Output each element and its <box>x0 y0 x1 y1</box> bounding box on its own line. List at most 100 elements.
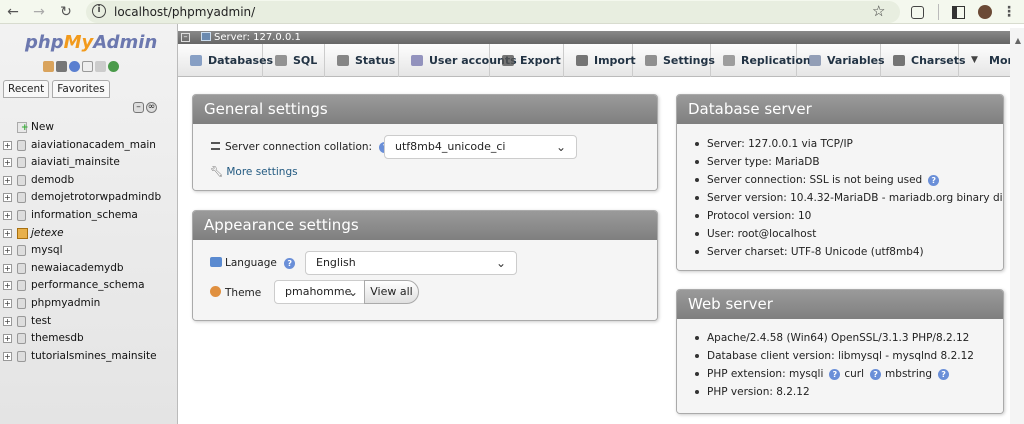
tree-item-label[interactable]: aiaviati_mainsite <box>31 156 120 168</box>
tree-item-label[interactable]: phpmyadmin <box>31 297 100 309</box>
chevron-down-icon: ⌄ <box>495 256 506 270</box>
site-info-icon[interactable]: i <box>92 4 106 18</box>
tree-database-item[interactable]: + demojetrotorwpadmindb <box>3 189 175 207</box>
tree-database-item[interactable]: + phpmyadmin <box>3 295 175 313</box>
home-icon[interactable] <box>43 61 54 72</box>
collation-icon <box>211 142 220 150</box>
reload-icon[interactable]: ↻ <box>57 3 75 21</box>
tree-database-item[interactable]: + test <box>3 313 175 331</box>
navigation-panel: phpMyAdmin Recent Favorites – ∞ New + aiav… <box>0 24 178 424</box>
tree-database-item[interactable]: + demodb <box>3 172 175 190</box>
forward-icon[interactable]: → <box>30 3 48 21</box>
info-item: Server type: MariaDB <box>693 153 1003 171</box>
language-select[interactable]: English ⌄ <box>305 251 517 275</box>
tree-database-item[interactable]: + newaiacademydb <box>3 260 175 278</box>
info-item: User: root@localhost <box>693 225 1003 243</box>
expand-icon[interactable]: + <box>3 193 12 203</box>
expand-icon[interactable]: + <box>3 351 12 361</box>
tree-item-label[interactable]: mysql <box>31 244 63 256</box>
view-all-button[interactable]: View all <box>364 280 419 304</box>
back-icon[interactable]: ← <box>4 3 22 21</box>
extensions-icon[interactable] <box>911 6 924 19</box>
expand-icon[interactable]: + <box>3 298 12 308</box>
collapse-all-icon[interactable]: – <box>133 102 144 113</box>
url-text[interactable]: localhost/phpmyadmin/ <box>114 5 255 19</box>
tree-database-item[interactable]: + jetexe <box>3 225 175 243</box>
expand-icon[interactable]: + <box>3 246 12 256</box>
tab-import[interactable]: Import <box>564 44 636 77</box>
reload-nav-icon[interactable] <box>108 61 119 72</box>
help-icon[interactable]: ? <box>829 368 841 380</box>
logout-icon[interactable] <box>56 61 67 72</box>
tab-variables[interactable]: Variables <box>797 44 885 77</box>
help-icon[interactable]: ? <box>284 257 296 269</box>
database-icon <box>17 192 26 204</box>
tab-databases[interactable]: Databases <box>178 44 273 77</box>
tree-item-label[interactable]: performance_schema <box>31 279 145 291</box>
tree-item-label[interactable]: test <box>31 315 51 327</box>
tree-item-label[interactable]: themesdb <box>31 332 84 344</box>
link-with-main-icon[interactable]: ∞ <box>146 102 157 113</box>
tree-item-label[interactable]: demojetrotorwpadmindb <box>31 191 161 203</box>
tab-settings[interactable]: Settings <box>633 44 715 77</box>
database-icon <box>17 227 28 239</box>
expand-icon[interactable]: + <box>3 210 12 220</box>
collapse-icon[interactable]: – <box>181 33 190 42</box>
scroll-up-icon[interactable]: ▲ <box>1015 36 1021 45</box>
tab-export[interactable]: Export <box>490 44 564 77</box>
tab-status[interactable]: Status <box>325 44 399 77</box>
tree-database-item[interactable]: + aiaviationacadem_main <box>3 137 175 155</box>
tab-more[interactable]: ▼ More <box>959 44 1020 77</box>
browser-menu-icon[interactable]: ⋮ <box>1000 3 1018 21</box>
expand-icon[interactable]: + <box>3 175 12 185</box>
tree-item-label[interactable]: tutorialsmines_mainsite <box>31 350 157 362</box>
tab-user-accounts[interactable]: User accounts <box>399 44 517 77</box>
nav-tabs: Recent Favorites <box>3 80 110 98</box>
expand-icon[interactable]: + <box>3 158 12 168</box>
tree-item-label[interactable]: aiaviationacadem_main <box>31 139 156 151</box>
tab-favorites[interactable]: Favorites <box>52 80 110 98</box>
collation-select[interactable]: utf8mb4_unicode_ci ⌄ <box>384 135 577 159</box>
more-settings-link[interactable]: 🔧︎ More settings <box>210 165 298 178</box>
help-icon[interactable]: ? <box>870 368 882 380</box>
tree-item-label[interactable]: jetexe <box>31 227 64 239</box>
address-bar[interactable]: i localhost/phpmyadmin/ <box>86 1 900 23</box>
replication-icon <box>723 55 735 66</box>
tree-database-item[interactable]: + information_schema <box>3 207 175 225</box>
bookmark-star-icon[interactable]: ☆ <box>872 2 885 20</box>
tab-charsets[interactable]: Charsets <box>881 44 966 77</box>
tab-recent[interactable]: Recent <box>3 80 50 98</box>
tab-replication[interactable]: Replication <box>711 44 811 77</box>
tree-new-database[interactable]: New <box>3 119 175 138</box>
expand-icon[interactable]: + <box>3 334 12 344</box>
expand-icon[interactable]: + <box>3 263 12 273</box>
tab-sql[interactable]: SQL <box>263 44 325 77</box>
tree-database-item[interactable]: + performance_schema <box>3 277 175 295</box>
tree-item-label[interactable]: information_schema <box>31 209 138 221</box>
theme-select[interactable]: pmahomme ⌄ <box>274 280 365 304</box>
main-content: – Server: 127.0.0.1 Databases SQL Status Us… <box>178 24 1024 424</box>
docs-icon[interactable] <box>82 61 93 72</box>
help-icon[interactable]: ? <box>928 174 940 186</box>
settings-gear-icon[interactable] <box>95 61 106 72</box>
tree-item-label[interactable]: newaiacademydb <box>31 262 124 274</box>
help-icon[interactable] <box>69 61 80 72</box>
export-icon <box>502 55 514 66</box>
tree-item-label[interactable]: demodb <box>31 174 74 186</box>
server-breadcrumb[interactable]: Server: 127.0.0.1 <box>201 31 301 44</box>
tree-database-item[interactable]: + tutorialsmines_mainsite <box>3 348 175 366</box>
expand-icon[interactable]: + <box>3 281 12 291</box>
tree-database-item[interactable]: + themesdb <box>3 330 175 348</box>
profile-avatar[interactable] <box>978 5 992 19</box>
tree-database-item[interactable]: + aiaviati_mainsite <box>3 154 175 172</box>
expand-icon[interactable]: + <box>3 140 12 150</box>
sidepanel-icon[interactable] <box>952 6 965 19</box>
tree-item-label[interactable]: New <box>31 121 54 133</box>
expand-icon[interactable]: + <box>3 316 12 326</box>
phpmyadmin-logo[interactable]: phpMyAdmin <box>25 32 157 53</box>
help-icon[interactable]: ? <box>938 368 950 380</box>
tree-database-item[interactable]: + mysql <box>3 242 175 260</box>
info-item: Server version: 10.4.32-MariaDB - mariad… <box>693 189 1003 207</box>
expand-icon[interactable]: + <box>3 228 12 238</box>
scrollbar[interactable]: ▲ <box>1010 28 1024 424</box>
